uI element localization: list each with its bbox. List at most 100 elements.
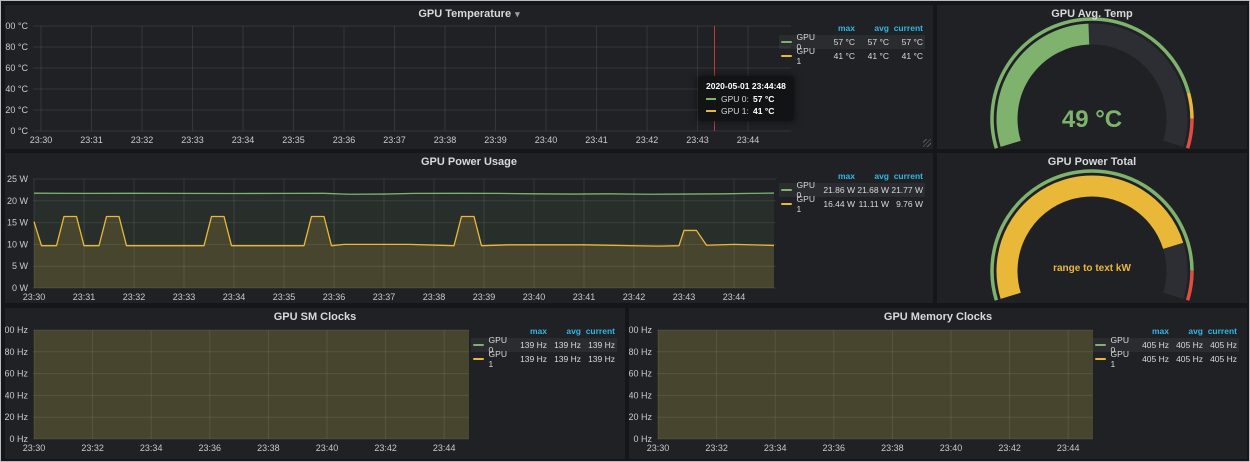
x-axis-tick-label: 23:36 xyxy=(323,292,346,302)
x-axis-tick-label: 23:32 xyxy=(123,292,146,302)
legend-value: 405 Hz xyxy=(1169,340,1203,350)
gauge-arcs xyxy=(992,171,1192,300)
x-axis-tick-label: 23:41 xyxy=(573,292,596,302)
legend-series-gpu-1[interactable]: GPU 1 xyxy=(781,46,821,66)
power-total-gauge xyxy=(937,153,1247,303)
x-axis-tick-label: 23:44 xyxy=(433,443,456,453)
series-color-dash xyxy=(781,203,792,205)
legend-value: 21.68 W xyxy=(855,185,889,195)
panel-title-gpu-power-usage[interactable]: GPU Power Usage xyxy=(5,156,933,168)
y-axis-tick-label: 80 Hz xyxy=(5,347,28,357)
series-color-dash xyxy=(473,344,484,346)
legend-column-current[interactable]: current xyxy=(581,326,615,336)
panel-gpu-avg-temp: GPU Avg. Temp 49 °C xyxy=(937,5,1247,149)
legend-value: 405 Hz xyxy=(1203,354,1237,364)
panel-resize-handle[interactable] xyxy=(923,139,931,147)
legend-value: 139 Hz xyxy=(547,354,581,364)
panel-gpu-power-total: GPU Power Total range to text kW xyxy=(937,153,1247,303)
panel-title-text: GPU Temperature xyxy=(418,8,511,20)
x-axis-tick-label: 23:32 xyxy=(705,443,728,453)
legend-column-avg[interactable]: avg xyxy=(855,23,889,33)
legend-column-avg[interactable]: avg xyxy=(855,171,889,181)
x-axis-tick-label: 23:34 xyxy=(140,443,163,453)
legend-series-gpu-1[interactable]: GPU 1 xyxy=(473,349,513,369)
legend-column-current[interactable]: current xyxy=(1203,326,1237,336)
y-axis-tick-label: 10 W xyxy=(7,239,29,249)
x-axis-tick-label: 23:34 xyxy=(764,443,787,453)
y-axis-tick-label: 100 °C xyxy=(5,21,28,31)
x-axis-tick-label: 23:38 xyxy=(434,135,457,145)
x-axis-tick-label: 23:36 xyxy=(333,135,356,145)
sm-clocks-legend: maxavgcurrentGPU 0139 Hz139 Hz139 HzGPU … xyxy=(471,324,617,366)
y-axis-tick-label: 20 Hz xyxy=(629,412,652,422)
y-axis-tick-label: 15 W xyxy=(7,218,29,228)
x-axis-tick-label: 23:36 xyxy=(199,443,222,453)
y-axis-tick-label: 60 Hz xyxy=(629,369,652,379)
y-axis-tick-label: 20 °C xyxy=(5,105,28,115)
legend-column-current[interactable]: current xyxy=(889,171,923,181)
legend-value: 405 Hz xyxy=(1203,340,1237,350)
x-axis-tick-label: 23:38 xyxy=(257,443,280,453)
legend-value: 405 Hz xyxy=(1135,340,1169,350)
panel-title-gpu-avg-temp[interactable]: GPU Avg. Temp xyxy=(937,8,1247,20)
x-axis-tick-label: 23:38 xyxy=(423,292,446,302)
x-axis-tick-label: 23:30 xyxy=(23,292,46,302)
x-axis-tick-label: 23:33 xyxy=(181,135,204,145)
gauge-value-text: 49 °C xyxy=(937,106,1247,134)
legend-row: GPU 141 °C41 °C41 °C xyxy=(779,49,925,63)
y-axis-tick-label: 80 Hz xyxy=(629,347,652,357)
panel-gpu-power-usage: GPU Power Usage 0 W5 W10 W15 W20 W25 W23… xyxy=(5,153,933,303)
memory-clocks-legend: maxavgcurrentGPU 0405 Hz405 Hz405 HzGPU … xyxy=(1093,324,1239,366)
legend-column-max[interactable]: max xyxy=(1135,326,1169,336)
x-axis-tick-label: 23:34 xyxy=(223,292,246,302)
x-axis-tick-label: 23:33 xyxy=(173,292,196,302)
gauge-value-text: range to text kW xyxy=(937,263,1247,274)
tooltip-series-value: 57 °C xyxy=(753,94,774,104)
panel-title-gpu-power-total[interactable]: GPU Power Total xyxy=(937,156,1247,168)
x-axis-tick-label: 23:35 xyxy=(282,135,305,145)
x-axis-tick-label: 23:32 xyxy=(81,443,104,453)
x-axis-tick-label: 23:30 xyxy=(647,443,670,453)
legend-column-current[interactable]: current xyxy=(889,23,923,33)
panel-title-gpu-sm-clocks[interactable]: GPU SM Clocks xyxy=(5,311,625,323)
x-axis-tick-label: 23:44 xyxy=(1057,443,1080,453)
series-color-dash xyxy=(781,55,792,57)
legend-value: 9.76 W xyxy=(889,199,923,209)
x-axis-tick-label: 23:31 xyxy=(80,135,103,145)
panel-gpu-sm-clocks: GPU SM Clocks 0 Hz20 Hz40 Hz60 Hz80 Hz10… xyxy=(5,308,625,459)
panel-title-gpu-memory-clocks[interactable]: GPU Memory Clocks xyxy=(629,311,1247,323)
x-axis-tick-label: 23:43 xyxy=(673,292,696,302)
legend-value: 41 °C xyxy=(855,51,889,61)
legend-value: 21.77 W xyxy=(889,185,923,195)
legend-series-gpu-1[interactable]: GPU 1 xyxy=(1095,349,1135,369)
x-axis-tick-label: 23:32 xyxy=(131,135,154,145)
x-axis-tick-label: 23:40 xyxy=(535,135,558,145)
series-color-dash xyxy=(1095,358,1106,360)
series-color-dash xyxy=(1095,344,1106,346)
power-legend: maxavgcurrentGPU 021.86 W21.68 W21.77 WG… xyxy=(779,169,925,211)
legend-row: GPU 1139 Hz139 Hz139 Hz xyxy=(471,352,617,366)
series-color-dash xyxy=(706,98,716,100)
x-axis-tick-label: 23:31 xyxy=(73,292,96,302)
legend-value: 139 Hz xyxy=(547,340,581,350)
x-axis-tick-label: 23:44 xyxy=(723,292,746,302)
legend-column-avg[interactable]: avg xyxy=(547,326,581,336)
legend-value: 405 Hz xyxy=(1169,354,1203,364)
legend-column-avg[interactable]: avg xyxy=(1169,326,1203,336)
x-axis-tick-label: 23:42 xyxy=(998,443,1021,453)
temperature-legend: maxavgcurrentGPU 057 °C57 °C57 °CGPU 141… xyxy=(779,21,925,63)
legend-value: 139 Hz xyxy=(513,340,547,350)
legend-value: 11.11 W xyxy=(855,199,889,209)
panel-title-gpu-temperature[interactable]: GPU Temperature▾ xyxy=(5,8,933,20)
y-axis-tick-label: 80 °C xyxy=(5,42,28,52)
x-axis-tick-label: 23:30 xyxy=(30,135,53,145)
legend-series-gpu-1[interactable]: GPU 1 xyxy=(781,194,821,214)
panel-gpu-memory-clocks: GPU Memory Clocks 0 Hz20 Hz40 Hz60 Hz80 … xyxy=(629,308,1247,459)
legend-column-max[interactable]: max xyxy=(821,23,855,33)
legend-column-max[interactable]: max xyxy=(821,171,855,181)
legend-value: 16.44 W xyxy=(821,199,855,209)
x-axis-tick-label: 23:37 xyxy=(383,135,406,145)
x-axis-tick-label: 23:42 xyxy=(374,443,397,453)
legend-column-max[interactable]: max xyxy=(513,326,547,336)
series-color-dash xyxy=(781,189,792,191)
